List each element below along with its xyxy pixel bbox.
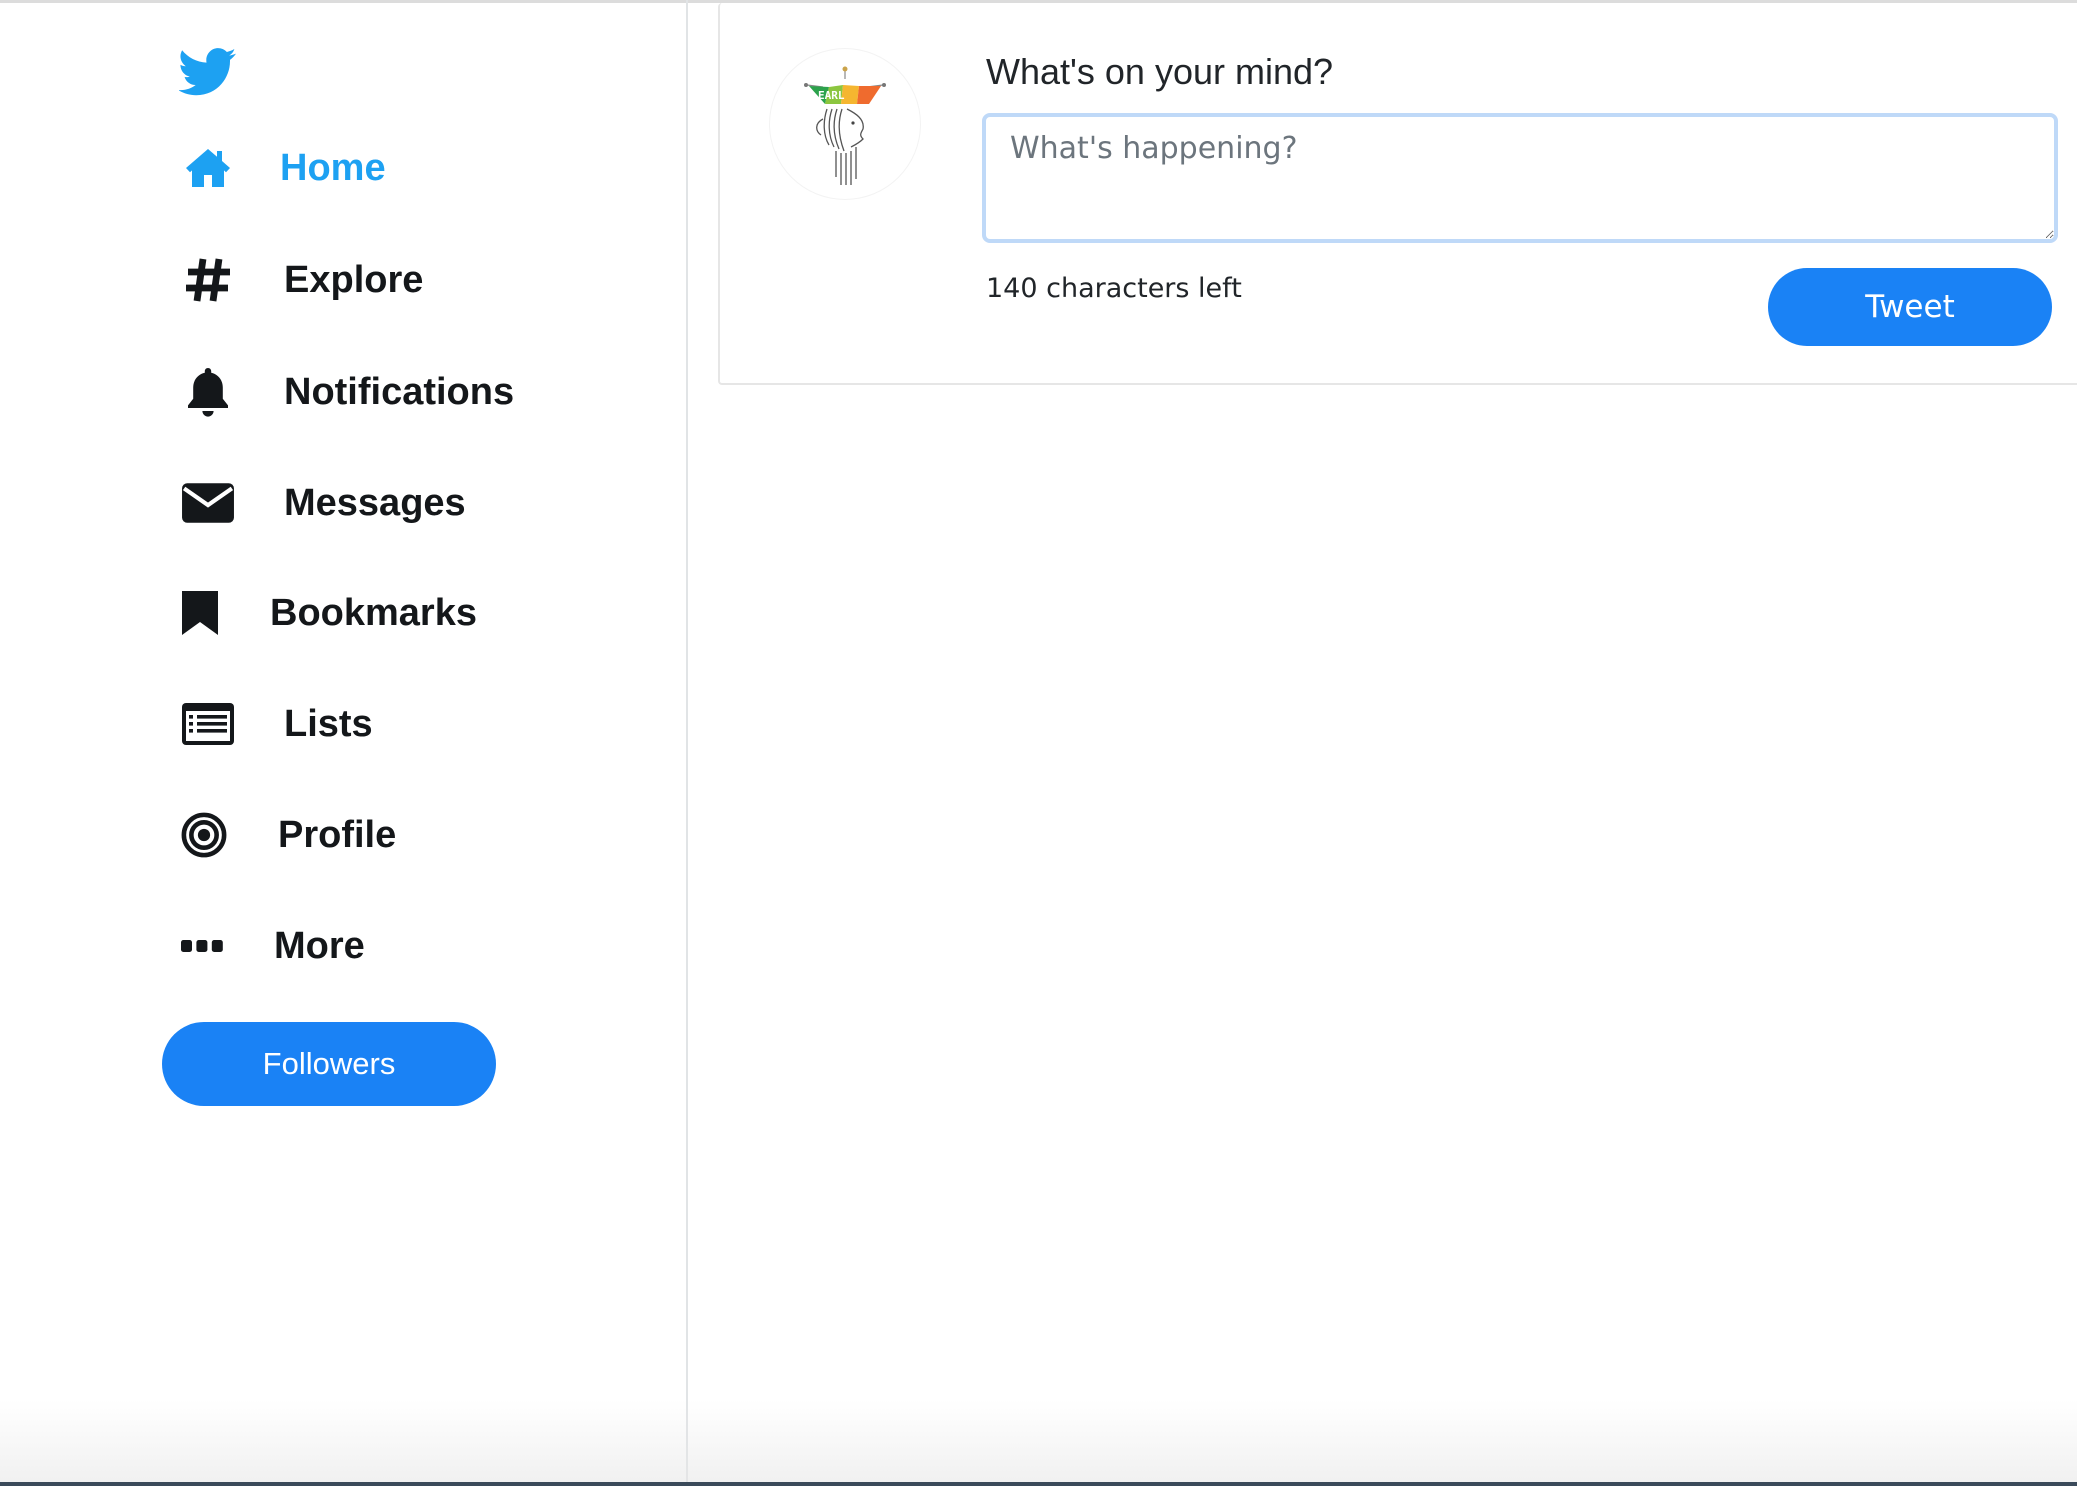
sidebar-item-label: Notifications <box>284 370 515 413</box>
sidebar-item-label: Lists <box>284 702 373 745</box>
sidebar-item-label: Bookmarks <box>270 591 477 634</box>
sidebar-item-lists[interactable]: Lists <box>180 694 373 754</box>
hashtag-icon <box>180 252 236 308</box>
target-icon <box>180 807 228 863</box>
twitter-bird-icon[interactable] <box>178 46 237 98</box>
sidebar-item-bookmarks[interactable]: Bookmarks <box>180 583 477 643</box>
avatar[interactable]: EARL <box>770 49 920 199</box>
character-counter: 140 characters left <box>986 273 1242 304</box>
home-icon <box>180 140 236 196</box>
ellipsis-icon <box>180 918 224 974</box>
sidebar-divider <box>686 0 688 1486</box>
sidebar-item-label: Home <box>280 146 386 189</box>
sidebar: Home Explore Notifications Messages Book… <box>0 0 686 1486</box>
bell-icon <box>180 364 236 420</box>
tweet-composer: EARL What's on your mind? 140 characters… <box>718 3 2077 385</box>
avatar-image: EARL <box>804 66 886 185</box>
sidebar-item-label: Messages <box>284 481 466 524</box>
followers-button[interactable]: Followers <box>162 1022 496 1106</box>
list-icon <box>180 696 236 752</box>
sidebar-item-explore[interactable]: Explore <box>180 250 423 310</box>
avatar-crown-text: EARL <box>818 89 845 102</box>
sidebar-item-label: More <box>274 924 365 967</box>
sidebar-item-profile[interactable]: Profile <box>180 805 396 865</box>
sidebar-item-label: Profile <box>278 813 397 856</box>
sidebar-item-more[interactable]: More <box>180 916 365 976</box>
sidebar-item-messages[interactable]: Messages <box>180 473 466 533</box>
window-bottom-border <box>0 1482 2077 1486</box>
tweet-input[interactable] <box>982 113 2058 243</box>
sidebar-item-home[interactable]: Home <box>180 138 386 198</box>
tweet-button[interactable]: Tweet <box>1768 268 2052 346</box>
composer-prompt: What's on your mind? <box>986 51 1334 92</box>
bottom-shade <box>0 1400 2077 1486</box>
bookmark-icon <box>180 585 220 641</box>
sidebar-item-notifications[interactable]: Notifications <box>180 362 514 422</box>
envelope-icon <box>180 475 236 531</box>
sidebar-item-label: Explore <box>284 258 424 301</box>
